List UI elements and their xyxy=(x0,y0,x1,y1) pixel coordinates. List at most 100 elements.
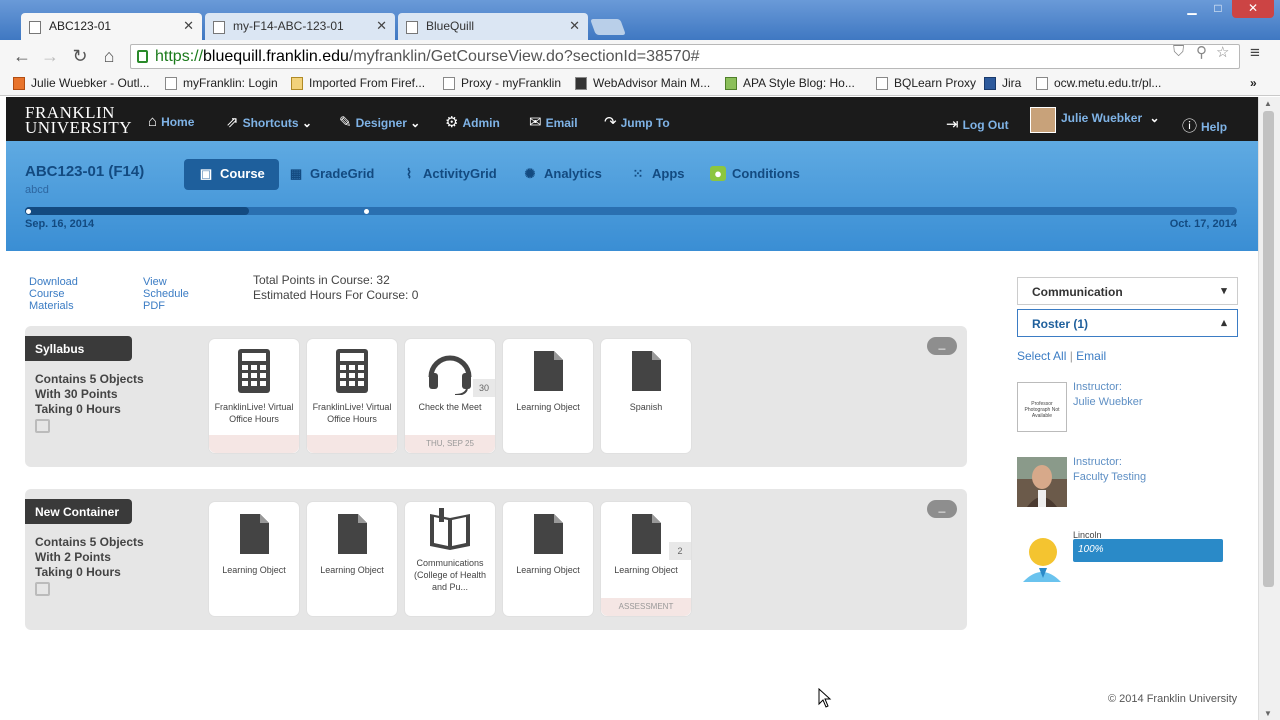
communication-panel-header[interactable]: Communication ▾ xyxy=(1017,277,1238,305)
forward-arrow-icon[interactable]: → xyxy=(39,46,61,66)
mouse-cursor-icon xyxy=(818,688,832,708)
content-item[interactable]: Learning Object xyxy=(502,501,594,617)
select-all-link[interactable]: Select All xyxy=(1017,349,1066,363)
printer-icon[interactable] xyxy=(35,582,50,596)
home-icon[interactable]: ⌂ xyxy=(98,46,120,66)
chevron-down-icon[interactable]: ▾ xyxy=(1215,282,1233,300)
bookmark[interactable]: Proxy - myFranklin xyxy=(443,76,561,90)
roster-member[interactable]: Instructor: Julie Wuebker xyxy=(1073,380,1143,410)
user-menu[interactable]: Julie Wuebker ⌄ xyxy=(1061,111,1160,125)
tab-conditions[interactable]: ● Conditions xyxy=(696,159,814,190)
roster-panel-header[interactable]: Roster (1) ▴ xyxy=(1017,309,1238,337)
points-badge: 30 xyxy=(473,379,495,397)
bookmark[interactable]: Julie Wuebker - Outl... xyxy=(13,76,150,90)
maximize-button[interactable]: □ xyxy=(1206,0,1230,18)
url-host: bluequill.franklin.edu xyxy=(203,48,349,65)
url-scheme: https:// xyxy=(155,48,204,65)
minimize-button[interactable]: ▁ xyxy=(1180,0,1204,18)
collapse-button[interactable]: _ xyxy=(927,500,957,518)
tab-apps[interactable]: ⁙ Apps xyxy=(616,159,699,190)
item-label: Check the Meet xyxy=(418,402,482,412)
bookmark[interactable]: Jira xyxy=(984,76,1021,90)
shield-icon[interactable]: ⛉ xyxy=(1173,43,1184,60)
close-icon[interactable]: ✕ xyxy=(569,18,580,34)
timeline-today-marker[interactable] xyxy=(364,209,369,214)
content-container-new: New Container Contains 5 Objects With 2 … xyxy=(25,489,967,630)
bookmark[interactable]: myFranklin: Login xyxy=(165,76,278,90)
nav-admin[interactable]: ⚙ Admin xyxy=(445,113,500,131)
bookmark-label: Julie Wuebker - Outl... xyxy=(31,76,150,90)
download-course-materials-link[interactable]: Download Course Materials xyxy=(29,276,78,312)
star-icon[interactable]: ☆ xyxy=(1216,43,1229,61)
content-item[interactable]: Learning Object xyxy=(306,501,398,617)
nav-log-out[interactable]: ⇥ Log Out xyxy=(946,115,1009,133)
end-date: Oct. 17, 2014 xyxy=(1169,218,1237,230)
view-schedule-pdf-link[interactable]: View Schedule PDF xyxy=(143,276,189,312)
franklin-logo[interactable]: FRANKLIN UNIVERSITY xyxy=(25,104,132,136)
back-arrow-icon[interactable]: ← xyxy=(11,46,33,66)
tab-course[interactable]: ▣ Course xyxy=(184,159,279,190)
new-tab-button[interactable] xyxy=(590,19,626,35)
tab-activitygrid[interactable]: ⌇ ActivityGrid xyxy=(387,159,511,190)
content-item[interactable]: FranklinLive! Virtual Office Hours xyxy=(306,338,398,454)
item-label: FranklinLive! Virtual Office Hours xyxy=(312,402,392,424)
scroll-up-icon[interactable]: ▲ xyxy=(1264,99,1272,108)
address-bar[interactable]: https://bluequill.franklin.edu/myfrankli… xyxy=(130,44,1240,69)
bookmark[interactable]: WebAdvisor Main M... xyxy=(575,76,710,90)
bookmark-folder[interactable]: Imported From Firef... xyxy=(291,76,425,90)
nav-help[interactable]: ⓘ Help xyxy=(1182,115,1227,136)
tab-gradegrid[interactable]: ▦ GradeGrid xyxy=(274,159,388,190)
menu-icon[interactable]: ≡ xyxy=(1250,43,1260,63)
content-item[interactable]: FranklinLive! Virtual Office Hours xyxy=(208,338,300,454)
nav-home[interactable]: ⌂ Home xyxy=(148,113,194,130)
desc-line: Taking 0 Hours xyxy=(35,565,121,579)
item-label: Communications (College of Health and Pu… xyxy=(413,558,487,592)
avatar[interactable] xyxy=(1030,107,1056,133)
nav-label: Home xyxy=(161,115,195,129)
page-icon xyxy=(1036,77,1048,90)
chevron-up-icon[interactable]: ▴ xyxy=(1215,314,1233,332)
course-banner: ABC123-01 (F14) abcd ▣ Course ▦ GradeGrid … xyxy=(6,141,1258,251)
reload-icon[interactable]: ↻ xyxy=(69,46,91,66)
nav-jump-to[interactable]: ↷ Jump To xyxy=(604,113,670,131)
content-item[interactable]: Learning Object xyxy=(208,501,300,617)
extension-icon[interactable]: ⚲ xyxy=(1196,43,1207,61)
container-title[interactable]: New Container xyxy=(25,499,132,524)
content-item[interactable]: 2 Learning Object ASSESSMENT xyxy=(600,501,692,617)
more-bookmarks-icon[interactable]: » xyxy=(1250,76,1257,90)
item-label: FranklinLive! Virtual Office Hours xyxy=(214,402,294,424)
link-line: Download xyxy=(29,276,78,288)
page-scrollbar[interactable]: ▲ ▼ xyxy=(1258,97,1280,720)
bookmark[interactable]: APA Style Blog: Ho... xyxy=(725,76,855,90)
content-item[interactable]: Communications (College of Health and Pu… xyxy=(404,501,496,617)
browser-tab-active[interactable]: ABC123-01 ✕ xyxy=(21,13,202,40)
content-item[interactable]: Learning Object xyxy=(502,338,594,454)
browser-tab[interactable]: BlueQuill ✕ xyxy=(398,13,588,40)
content-item[interactable]: Spanish xyxy=(600,338,692,454)
document-icon xyxy=(307,512,397,558)
nav-email[interactable]: ✉ Email xyxy=(529,113,578,131)
item-label: Learning Object xyxy=(516,565,580,575)
close-icon[interactable]: ✕ xyxy=(376,18,387,34)
bookmark[interactable]: ocw.metu.edu.tr/pl... xyxy=(1036,76,1161,90)
close-icon[interactable]: ✕ xyxy=(183,18,194,34)
tab-analytics[interactable]: ✺ Analytics xyxy=(508,159,616,190)
browser-tab[interactable]: my-F14-ABC-123-01 ✕ xyxy=(205,13,395,40)
container-title[interactable]: Syllabus xyxy=(25,336,132,361)
content-item[interactable]: 30 Check the Meet THU, SEP 25 xyxy=(404,338,496,454)
nav-designer[interactable]: ✎ Designer ⌄ xyxy=(339,113,420,131)
page-icon xyxy=(165,77,177,90)
container-description: Contains 5 Objects With 30 Points Taking… xyxy=(35,372,155,417)
nav-shortcuts[interactable]: ⇗ Shortcuts ⌄ xyxy=(226,113,312,131)
document-icon xyxy=(601,349,691,395)
scroll-down-icon[interactable]: ▼ xyxy=(1264,709,1272,718)
email-link[interactable]: Email xyxy=(1076,349,1106,363)
window-close-button[interactable]: ✕ xyxy=(1232,0,1274,18)
bookmark[interactable]: BQLearn Proxy xyxy=(876,76,976,90)
item-type-label: ASSESSMENT xyxy=(601,598,691,616)
printer-icon[interactable] xyxy=(35,419,50,433)
bookmark-label: WebAdvisor Main M... xyxy=(593,76,711,90)
roster-member[interactable]: Instructor: Faculty Testing xyxy=(1073,455,1146,485)
collapse-button[interactable]: _ xyxy=(927,337,957,355)
scrollbar-thumb[interactable] xyxy=(1263,111,1274,587)
